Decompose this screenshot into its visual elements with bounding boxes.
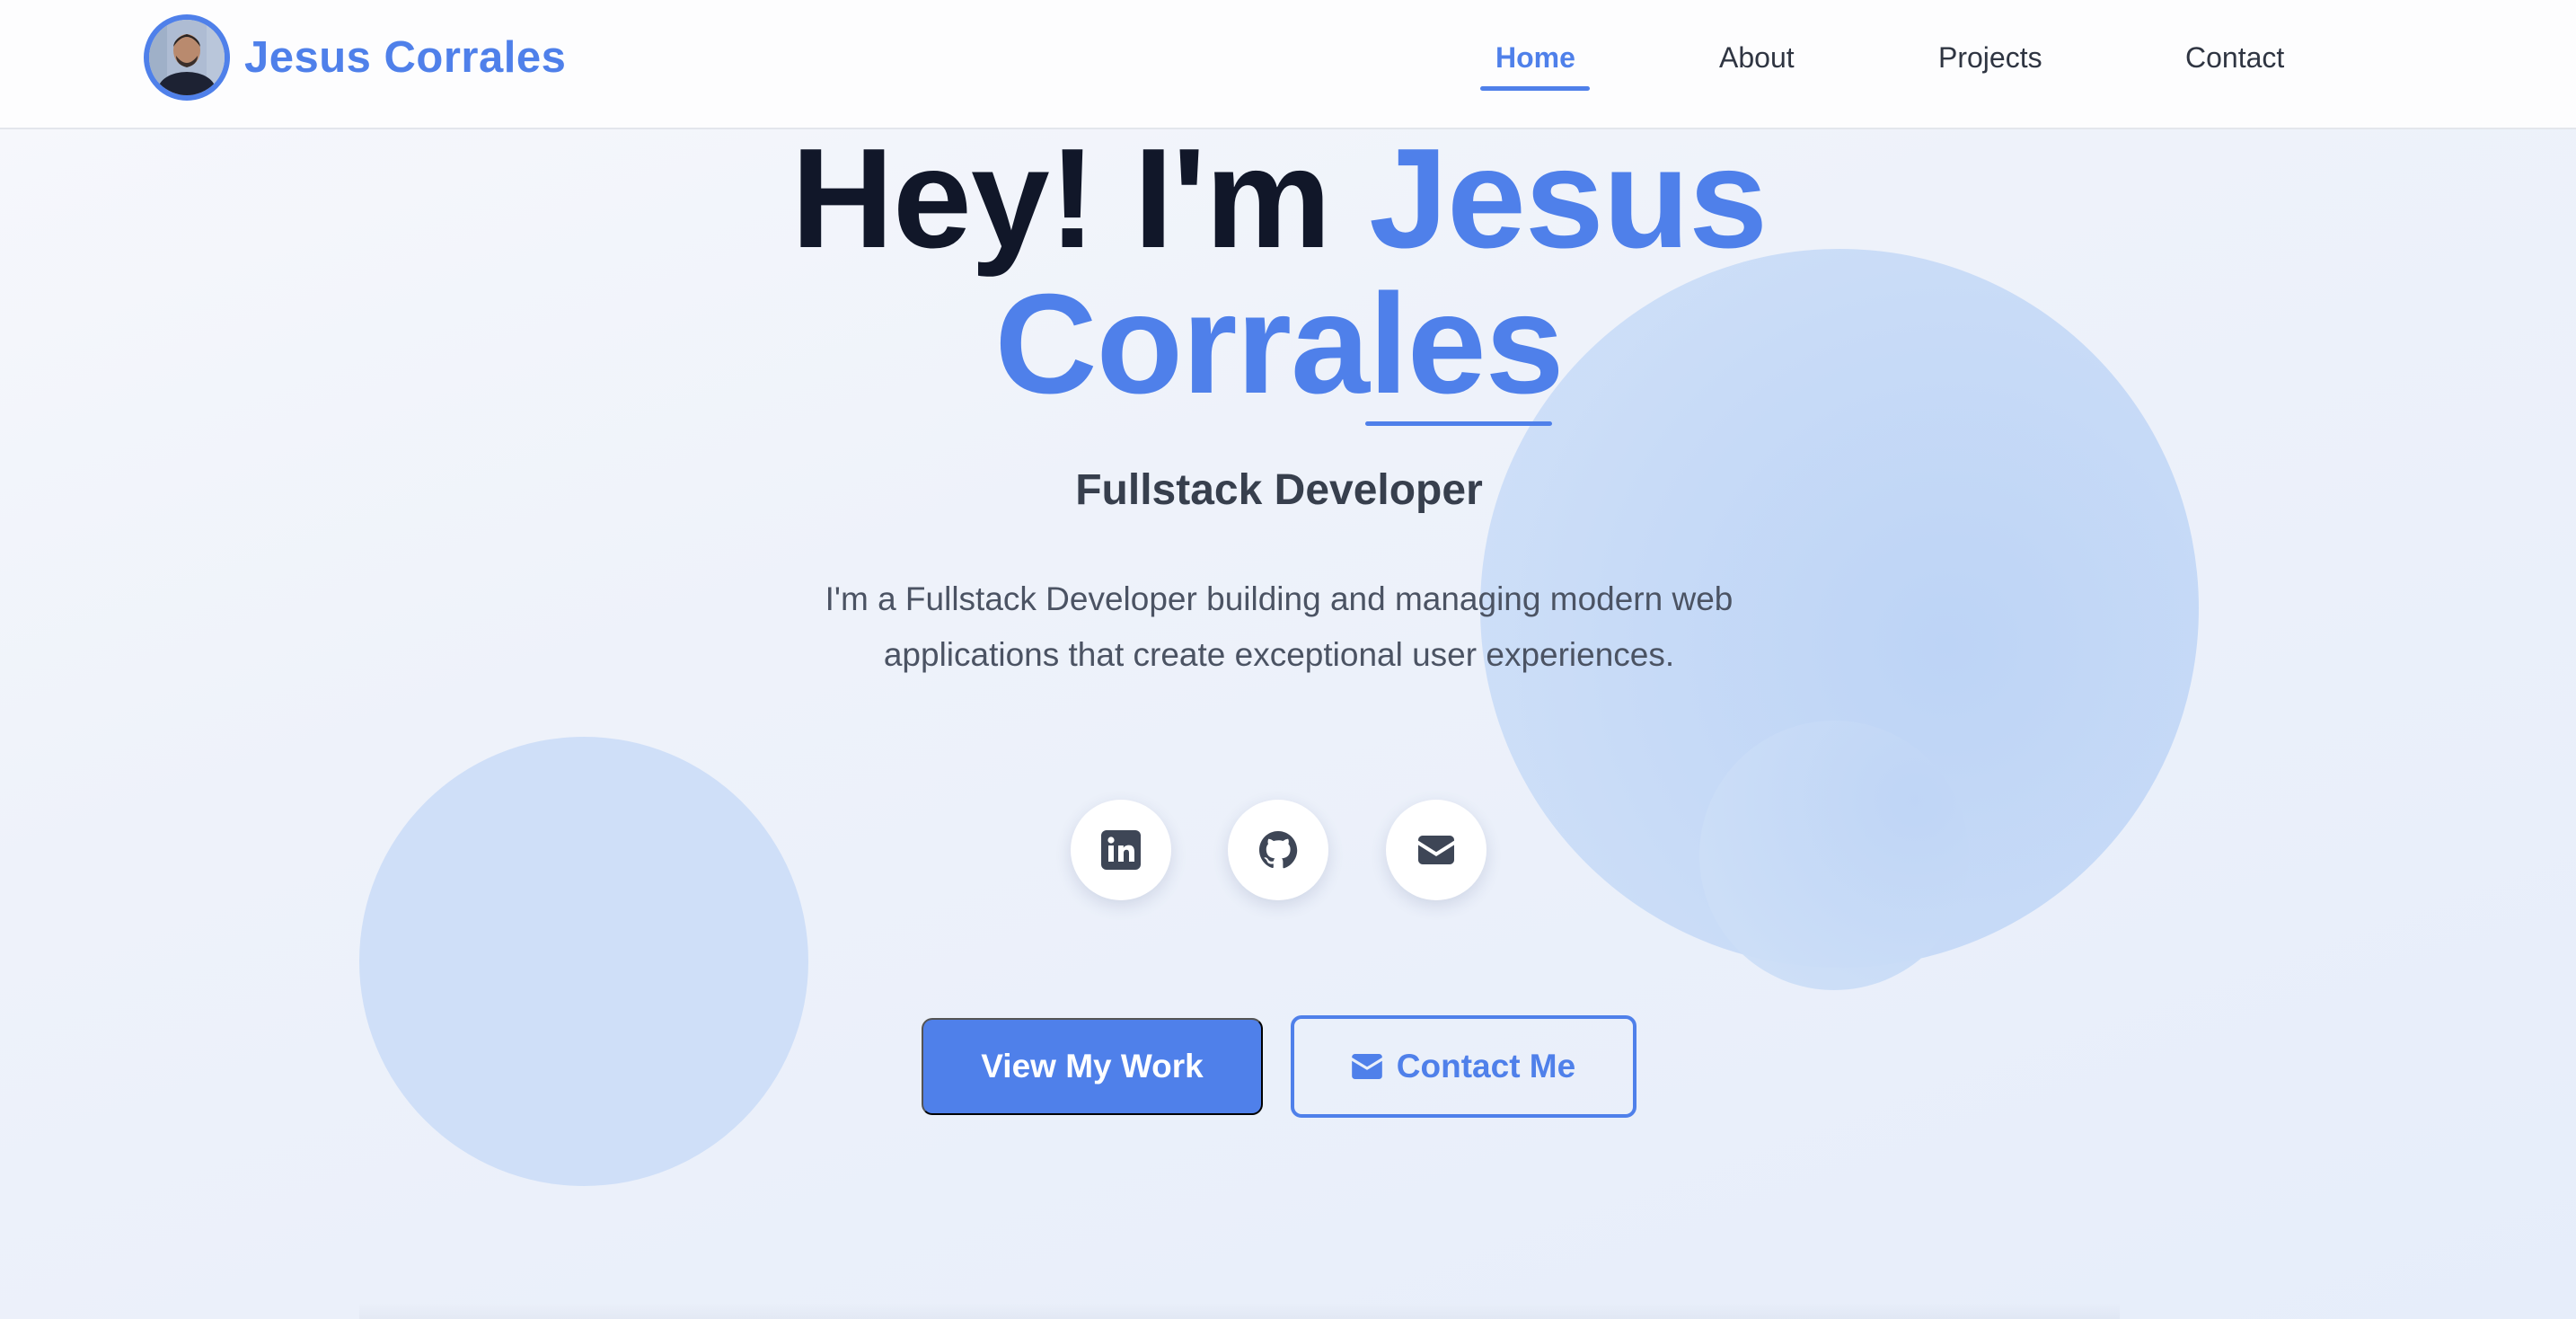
nav-link-home[interactable]: Home	[1495, 36, 1575, 79]
envelope-icon	[1351, 1054, 1382, 1079]
navbar: Jesus Corrales Home About Projects Conta…	[0, 0, 2576, 129]
nav-link-contact[interactable]: Contact	[2185, 36, 2284, 79]
hero-name-first: Jesus	[1369, 120, 1768, 278]
linkedin-icon	[1101, 830, 1141, 870]
hero-title: Hey! I'm Jesus Corrales	[0, 126, 2558, 417]
main-nav: Home About Projects Contact	[0, 0, 2576, 129]
nav-link-about[interactable]: About	[1719, 36, 1795, 79]
decor-circle-small	[1699, 721, 1969, 990]
hero-description: I'm a Fullstack Developer building and m…	[825, 580, 1734, 673]
title-underline	[1365, 421, 1552, 426]
email-link[interactable]	[1386, 800, 1486, 900]
decor-circle-left	[359, 737, 808, 1186]
github-link[interactable]	[1228, 800, 1328, 900]
view-my-work-button[interactable]: View My Work	[922, 1018, 1263, 1115]
contact-me-label: Contact Me	[1396, 1048, 1576, 1084]
contact-me-button[interactable]: Contact Me	[1291, 1015, 1636, 1118]
active-nav-indicator	[1480, 86, 1590, 91]
nav-link-projects[interactable]: Projects	[1938, 36, 2042, 79]
linkedin-link[interactable]	[1071, 800, 1171, 900]
hero-subtitle: Fullstack Developer	[1075, 466, 1483, 514]
hero-name-last: Corrales	[994, 265, 1564, 423]
github-icon	[1259, 831, 1298, 869]
hero-greeting: Hey! I'm	[790, 120, 1331, 278]
envelope-icon	[1418, 836, 1454, 864]
section-divider-shadow	[359, 1303, 2120, 1319]
